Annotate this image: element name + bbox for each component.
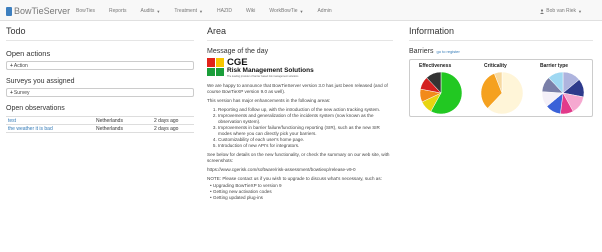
brand-logo: [6, 6, 12, 16]
cge-logo-title: CGE: [227, 57, 248, 68]
barrier-type-chart-label: Barrier type: [540, 63, 569, 69]
todo-column: Todo Open actions + Action Surveys you a…: [0, 21, 200, 252]
cge-logo-subtitle: Risk Management Solutions: [227, 67, 314, 74]
motd-see-below: See below for details on the new functio…: [207, 152, 390, 163]
caret-down-icon: ▼: [578, 8, 582, 14]
add-survey-label: Survey: [13, 89, 30, 96]
nav-item-workbowtie[interactable]: WorkBowTie ▼: [269, 8, 303, 14]
cge-logo-tagline: The leading provider of barrier based ri…: [227, 75, 299, 78]
information-heading: Information: [409, 21, 593, 41]
register-link[interactable]: go to register: [437, 49, 460, 54]
nav-item-treatment[interactable]: Treatment ▼: [174, 8, 203, 14]
user-icon: [540, 8, 545, 14]
surveys-title: Surveys you assigned: [6, 78, 75, 85]
top-navbar: BowTieServer BowTies Reports Audits ▼ Tre…: [0, 0, 602, 21]
criticality-pie-chart: [480, 71, 524, 115]
list-item: • Getting updated plug-ins: [210, 195, 263, 200]
list-item: Introduction of new API's for integrator…: [218, 143, 393, 149]
plus-icon: +: [10, 89, 13, 96]
motd-title: Message of the day: [207, 48, 269, 55]
barriers-title: Barriers: [409, 48, 434, 55]
criticality-chart-label: Criticality: [484, 63, 507, 69]
upgrade-list: • Upgrading BowTieXP to version 9 • Gett…: [210, 183, 393, 201]
nav-item-reports[interactable]: Reports: [109, 8, 127, 14]
table-row: test Netherlands 2 days ago: [6, 116, 194, 125]
motd-lead: This version has major enhancements in t…: [207, 98, 331, 103]
information-column: Information Barriers go to register Effe…: [400, 21, 602, 252]
effectiveness-pie-chart: [419, 71, 463, 115]
open-actions-title: Open actions: [6, 49, 51, 58]
nav-item-admin[interactable]: Admin: [317, 8, 331, 14]
barrier-charts-panel: Effectiveness Criticality Barrier type: [409, 59, 593, 117]
observations-title: Open observations: [6, 105, 65, 112]
motd-note: NOTE: Please contact us if you wish to u…: [207, 176, 382, 181]
nav-item-audits[interactable]: Audits ▼: [141, 8, 161, 14]
todo-heading: Todo: [6, 21, 194, 41]
enhancement-list: Reporting and follow up, with the introd…: [218, 107, 393, 149]
list-item: Improvements and generalization of the i…: [218, 113, 393, 125]
list-item: Improvements in barrier failure/function…: [218, 125, 393, 137]
cge-logo-mark: [207, 58, 224, 76]
user-menu[interactable]: Bob van Riek ▼: [540, 8, 582, 14]
motd-intro: We are happy to announce that BowTieServ…: [207, 83, 388, 94]
add-action-button[interactable]: + Action: [6, 61, 194, 70]
caret-down-icon: ▼: [199, 8, 203, 14]
observation-country: Netherlands: [94, 124, 152, 133]
caret-down-icon: ▼: [299, 8, 304, 14]
area-heading: Area: [207, 21, 393, 41]
effectiveness-chart-label: Effectiveness: [419, 63, 452, 69]
caret-down-icon: ▼: [156, 8, 161, 14]
area-column: Area Message of the day CGE Risk Managem…: [200, 21, 400, 252]
nav-item-hazid[interactable]: HAZID: [217, 8, 232, 14]
table-row: the weather it is bad Netherlands 2 days…: [6, 124, 194, 133]
observation-age: 2 days ago: [152, 116, 194, 125]
nav-item-bowties[interactable]: BowTies: [76, 8, 95, 14]
observations-table: test Netherlands 2 days ago the weather …: [6, 116, 194, 133]
observation-link[interactable]: the weather it is bad: [6, 124, 94, 133]
release-link[interactable]: https://www.cgerisk.com/software/risk-as…: [207, 167, 393, 173]
plus-icon: +: [10, 62, 13, 69]
cge-logo: CGE Risk Management Solutions The leadin…: [207, 58, 393, 80]
brand-name: BowTieServer: [14, 6, 71, 16]
nav-item-wiki[interactable]: Wiki: [246, 8, 255, 14]
barrier-type-pie-chart: [541, 71, 585, 115]
add-action-label: Action: [13, 62, 28, 69]
observation-age: 2 days ago: [152, 124, 194, 133]
user-name: Bob van Riek: [546, 8, 577, 14]
brand[interactable]: BowTieServer: [6, 6, 70, 16]
observation-country: Netherlands: [94, 116, 152, 125]
observation-link[interactable]: test: [6, 116, 94, 125]
nav-menu: BowTies Reports Audits ▼ Treatment ▼ HAZID…: [76, 8, 346, 14]
add-survey-button[interactable]: + Survey: [6, 88, 194, 97]
